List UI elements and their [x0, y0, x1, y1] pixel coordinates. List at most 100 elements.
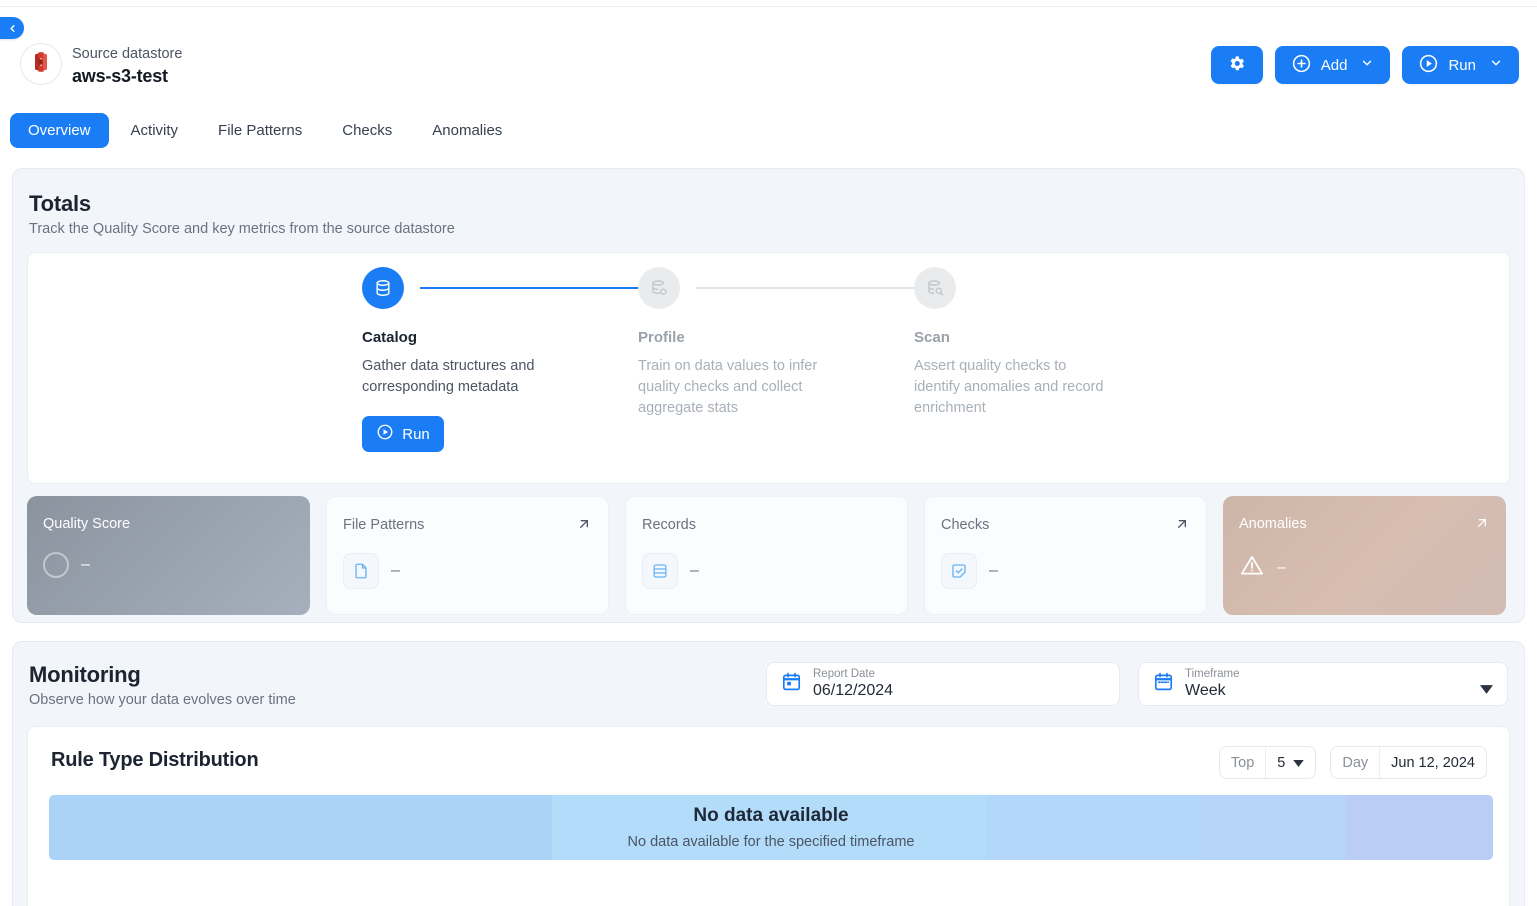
warning-triangle-icon: [1239, 552, 1265, 583]
page-header: Source datastore aws-s3-test Add Run: [0, 32, 1537, 98]
placeholder-segment: [986, 795, 1203, 860]
tab-activity[interactable]: Activity: [113, 113, 197, 148]
placeholder-segment: [49, 795, 552, 860]
step-profile[interactable]: Profile Train on data values to infer qu…: [638, 266, 914, 452]
top-n-value-text: 5: [1277, 754, 1286, 771]
tab-file-patterns[interactable]: File Patterns: [200, 113, 320, 148]
header-actions: Add Run: [1210, 46, 1519, 84]
timeframe-value: Week: [1185, 682, 1226, 699]
datastore-identity: Source datastore aws-s3-test: [72, 44, 182, 88]
day-label: Day: [1342, 754, 1369, 771]
chart-title: Rule Type Distribution: [51, 749, 259, 771]
chart-empty-placeholder: No data available No data available for …: [49, 795, 1493, 860]
score-ring-icon: [43, 552, 69, 578]
totals-subtitle: Track the Quality Score and key metrics …: [29, 221, 455, 237]
records-icon: [642, 553, 678, 589]
step-connector-profile: [696, 287, 914, 289]
metric-card-checks[interactable]: Checks –: [924, 496, 1207, 615]
metric-value: –: [81, 556, 90, 573]
placeholder-segment: [551, 795, 987, 860]
database-icon: [362, 267, 404, 309]
metric-cards: Quality Score – File Patterns – Records …: [27, 496, 1506, 615]
step-profile-name: Profile: [638, 329, 685, 346]
chevron-down-icon: [1293, 755, 1305, 771]
monitoring-panel: Monitoring Observe how your data evolves…: [12, 641, 1525, 906]
totals-header: Totals Track the Quality Score and key m…: [13, 169, 1524, 237]
add-button[interactable]: Add: [1274, 46, 1391, 84]
metric-title: File Patterns: [343, 517, 425, 533]
check-square-icon: [941, 553, 977, 589]
database-gear-icon: [638, 267, 680, 309]
arrow-up-right-icon[interactable]: [1174, 516, 1190, 537]
report-date-picker[interactable]: Report Date 06/12/2024: [766, 662, 1120, 706]
avatar: [20, 43, 62, 85]
chevron-down-icon: [1489, 56, 1503, 74]
plus-circle-icon: [1291, 53, 1312, 78]
metric-value: –: [391, 562, 400, 579]
datastore-overview-page: Source datastore aws-s3-test Add Run Ove…: [0, 0, 1537, 906]
placeholder-segment: [1202, 795, 1346, 860]
metric-card-records[interactable]: Records –: [625, 496, 908, 615]
window-top-strip: [0, 0, 1537, 7]
catalog-run-label: Run: [402, 425, 430, 443]
top-n-value[interactable]: 5: [1266, 755, 1315, 771]
timeframe-label: Timeframe: [1185, 668, 1240, 680]
report-date-value: 06/12/2024: [813, 682, 894, 699]
pipeline-steps: Catalog Gather data structures and corre…: [362, 266, 1190, 452]
tab-anomalies[interactable]: Anomalies: [414, 113, 520, 148]
metric-title: Anomalies: [1239, 516, 1307, 532]
timeframe-select[interactable]: Timeframe Week: [1138, 662, 1508, 706]
tab-activity-label: Activity: [130, 122, 179, 139]
monitoring-controls: Report Date 06/12/2024 Timeframe Week: [766, 662, 1508, 706]
arrow-up-right-icon[interactable]: [576, 516, 592, 537]
metric-card-quality-score[interactable]: Quality Score –: [27, 496, 310, 615]
file-icon: [343, 553, 379, 589]
metric-value: –: [1277, 558, 1286, 576]
totals-panel: Totals Track the Quality Score and key m…: [12, 168, 1525, 623]
rule-type-distribution-card: Rule Type Distribution Top 5 Day Jun 12,…: [27, 726, 1510, 906]
arrow-up-right-icon[interactable]: [1474, 515, 1490, 536]
run-button[interactable]: Run: [1402, 46, 1519, 84]
chevron-down-icon: [1360, 56, 1374, 74]
add-button-label: Add: [1320, 56, 1348, 74]
tab-checks-label: Checks: [342, 122, 393, 139]
step-catalog-name: Catalog: [362, 329, 418, 346]
tab-overview-label: Overview: [28, 122, 91, 139]
pipeline-stepper-card: Catalog Gather data structures and corre…: [27, 252, 1510, 484]
chevron-down-icon[interactable]: [1480, 681, 1493, 699]
calendar-icon: [781, 671, 802, 697]
tab-file-patterns-label: File Patterns: [218, 122, 303, 139]
metric-title: Records: [642, 517, 696, 533]
metric-card-file-patterns[interactable]: File Patterns –: [326, 496, 609, 615]
day-selector[interactable]: Day Jun 12, 2024: [1330, 746, 1487, 779]
settings-button[interactable]: [1210, 46, 1263, 84]
tab-overview[interactable]: Overview: [10, 113, 109, 148]
tab-checks[interactable]: Checks: [324, 113, 410, 148]
day-value: Jun 12, 2024: [1391, 754, 1475, 771]
step-catalog[interactable]: Catalog Gather data structures and corre…: [362, 266, 638, 452]
play-circle-icon: [376, 423, 394, 445]
metric-card-anomalies[interactable]: Anomalies –: [1223, 496, 1506, 615]
totals-title: Totals: [29, 191, 91, 216]
page-title: aws-s3-test: [72, 66, 168, 86]
report-date-label: Report Date: [813, 668, 876, 680]
main-tabs: Overview Activity File Patterns Checks A…: [10, 113, 520, 148]
metric-title: Checks: [941, 517, 990, 533]
metric-title: Quality Score: [43, 516, 131, 532]
step-connector-scan: [972, 287, 1190, 289]
step-catalog-description: Gather data structures and corresponding…: [362, 358, 535, 395]
run-button-label: Run: [1448, 56, 1476, 74]
top-n-selector[interactable]: Top 5: [1218, 746, 1317, 779]
step-connector-catalog: [420, 287, 638, 289]
tab-anomalies-label: Anomalies: [432, 122, 503, 139]
step-scan[interactable]: Scan Assert quality checks to identify a…: [914, 266, 1190, 452]
step-profile-description: Train on data values to infer quality ch…: [638, 358, 818, 416]
chart-controls: Top 5 Day Jun 12, 2024: [1218, 746, 1487, 779]
datastore-type-label: Source datastore: [72, 46, 183, 62]
placeholder-segment: [1345, 795, 1493, 860]
catalog-run-button[interactable]: Run: [362, 416, 444, 452]
top-n-label: Top: [1230, 754, 1255, 771]
step-scan-name: Scan: [914, 329, 950, 346]
database-search-icon: [914, 267, 956, 309]
metric-value: –: [690, 562, 699, 579]
